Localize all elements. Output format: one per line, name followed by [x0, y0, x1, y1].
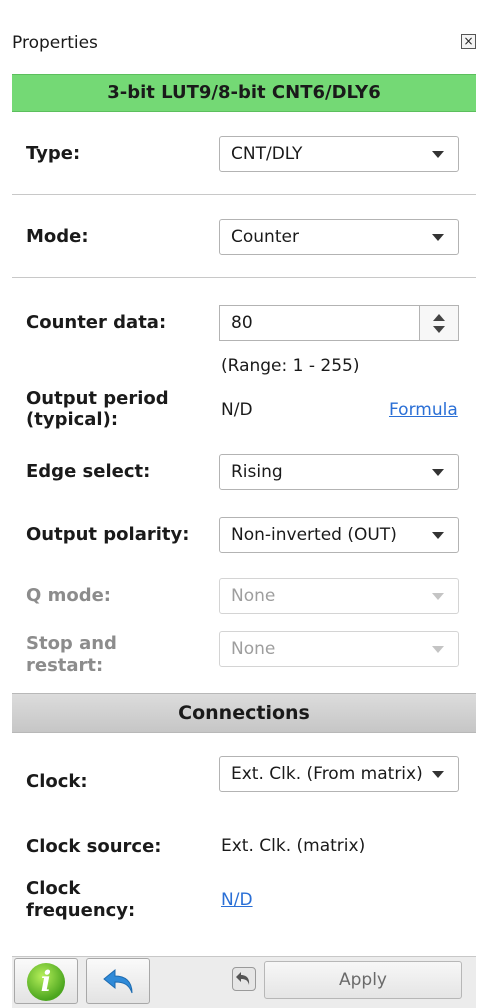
clock-source-label: Clock source: — [26, 836, 162, 857]
stop-restart-dropdown[interactable]: None — [219, 631, 459, 667]
output-polarity-value: Non-inverted (OUT) — [231, 525, 397, 545]
chevron-down-icon — [432, 646, 444, 653]
mode-label: Mode: — [26, 226, 89, 247]
counter-data-label: Counter data: — [26, 312, 167, 333]
type-label: Type: — [26, 143, 81, 164]
apply-button[interactable]: Apply — [264, 961, 462, 999]
output-polarity-label: Output polarity: — [26, 524, 190, 545]
stop-restart-value: None — [231, 639, 276, 659]
close-icon[interactable]: × — [461, 34, 476, 49]
clock-frequency-label-line2: frequency: — [26, 900, 136, 921]
undo-icon[interactable] — [232, 967, 256, 991]
output-period-label-line1: Output period — [26, 388, 169, 409]
q-mode-label: Q mode: — [26, 585, 111, 606]
type-dropdown[interactable]: CNT/DLY — [219, 136, 459, 172]
chevron-down-icon — [432, 593, 444, 600]
chevron-down-icon — [432, 771, 444, 778]
connections-header: Connections — [12, 693, 476, 733]
chevron-down-icon — [432, 469, 444, 476]
edge-select-label: Edge select: — [26, 461, 151, 482]
clock-source-value: Ext. Clk. (matrix) — [221, 836, 366, 856]
stepper-up-icon[interactable] — [433, 314, 445, 321]
undo-arrow-icon — [103, 968, 133, 994]
output-period-value: N/D — [221, 400, 253, 420]
section-divider — [12, 194, 476, 195]
small-undo-arrow-icon — [236, 972, 250, 985]
clock-dropdown[interactable]: Ext. Clk. (From matrix) — [219, 756, 459, 792]
counter-data-stepper[interactable] — [419, 305, 459, 341]
q-mode-value: None — [231, 586, 276, 606]
mode-dropdown-value: Counter — [231, 227, 299, 247]
chevron-down-icon — [432, 151, 444, 158]
formula-link[interactable]: Formula — [389, 400, 458, 420]
type-dropdown-value: CNT/DLY — [231, 144, 303, 164]
clock-frequency-link[interactable]: N/D — [221, 890, 253, 910]
stepper-down-icon[interactable] — [433, 326, 445, 333]
chevron-down-icon — [432, 532, 444, 539]
clock-value: Ext. Clk. (From matrix) — [231, 764, 423, 784]
output-period-label-line2: (typical): — [26, 409, 119, 430]
output-polarity-dropdown[interactable]: Non-inverted (OUT) — [219, 517, 459, 553]
counter-data-input[interactable]: 80 — [219, 305, 419, 341]
revert-button[interactable] — [86, 958, 150, 1004]
stop-restart-label-line1: Stop and — [26, 633, 117, 654]
q-mode-dropdown[interactable]: None — [219, 578, 459, 614]
chevron-down-icon — [432, 234, 444, 241]
section-divider — [12, 277, 476, 278]
panel-title: Properties — [12, 33, 98, 53]
info-button[interactable]: i — [14, 958, 78, 1004]
info-icon: i — [27, 963, 65, 1001]
mode-dropdown[interactable]: Counter — [219, 219, 459, 255]
clock-label: Clock: — [26, 771, 88, 792]
edge-select-value: Rising — [231, 462, 283, 482]
edge-select-dropdown[interactable]: Rising — [219, 454, 459, 490]
stop-restart-label-line2: restart: — [26, 655, 104, 676]
block-name-header: 3-bit LUT9/8-bit CNT6/DLY6 — [12, 74, 476, 112]
clock-frequency-label-line1: Clock — [26, 878, 81, 899]
counter-range-text: (Range: 1 - 255) — [221, 356, 360, 376]
